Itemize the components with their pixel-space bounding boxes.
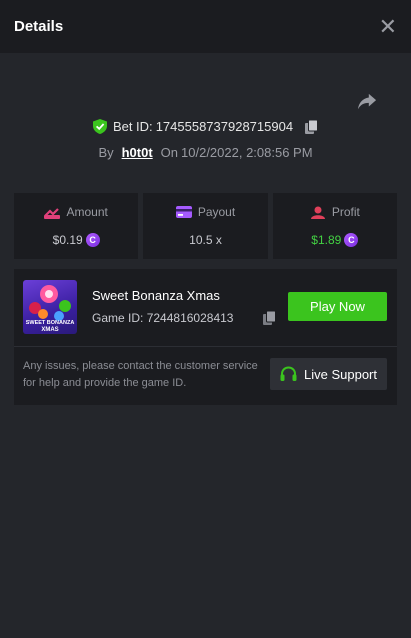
- play-now-button[interactable]: Play Now: [288, 292, 387, 321]
- on-label: On: [160, 145, 179, 160]
- game-name: Sweet Bonanza Xmas: [92, 288, 220, 303]
- thumb-title: SWEET BONANZA: [26, 320, 75, 326]
- game-id-value: 7244816028413: [146, 311, 234, 325]
- support-text: Any issues, please contact the customer …: [23, 360, 258, 389]
- payout-card: Payout 10.5 x: [143, 193, 268, 259]
- bet-meta-row: By h0t0t On 10/2/2022, 2:08:56 PM: [0, 145, 411, 160]
- live-support-label: Live Support: [304, 366, 377, 382]
- profit-card: Profit $1.89 C: [272, 193, 397, 259]
- profit-value: $1.89: [311, 233, 342, 247]
- close-icon[interactable]: ✕: [379, 15, 397, 38]
- shield-check-icon: [92, 119, 107, 134]
- share-icon[interactable]: [356, 92, 378, 112]
- user-link[interactable]: h0t0t: [122, 145, 153, 160]
- game-thumbnail-art: SWEET BONANZA XMAS: [26, 285, 75, 333]
- bet-id-value: 1745558737928715904: [155, 119, 294, 134]
- coin-icon: C: [344, 233, 359, 247]
- payout-value: 10.5 x: [189, 233, 222, 247]
- bet-id-row: Bet ID: 1745558737928715904: [0, 119, 411, 134]
- headset-icon: [280, 366, 297, 381]
- page-title: Details: [14, 18, 64, 35]
- game-thumbnail[interactable]: SWEET BONANZA XMAS: [23, 280, 77, 334]
- profit-icon: [310, 206, 325, 219]
- bet-datetime: 10/2/2022, 2:08:56 PM: [181, 145, 313, 160]
- stats-row: Amount $0.19 C Payout 10.5 x Profit $1.8…: [14, 193, 397, 259]
- coin-icon: C: [85, 233, 100, 247]
- game-card: SWEET BONANZA XMAS Sweet Bonanza Xmas Ga…: [14, 269, 397, 405]
- bet-id-label: Bet ID:: [112, 119, 153, 134]
- profit-label: Profit: [331, 205, 360, 219]
- game-id-label: Game ID:: [92, 311, 144, 325]
- details-header: Details ✕: [0, 0, 411, 53]
- amount-label: Amount: [66, 205, 108, 219]
- copy-icon[interactable]: [305, 119, 319, 134]
- divider: [14, 346, 397, 347]
- amount-card: Amount $0.19 C: [14, 193, 139, 259]
- live-support-button[interactable]: Live Support: [270, 358, 387, 390]
- thumb-subtitle: XMAS: [41, 327, 58, 333]
- game-id: Game ID: 7244816028413: [92, 311, 233, 325]
- payout-icon: [175, 206, 192, 218]
- amount-value: $0.19: [52, 233, 83, 247]
- amount-icon: [44, 207, 61, 219]
- copy-game-id-icon[interactable]: [263, 311, 276, 325]
- by-label: By: [98, 145, 114, 160]
- payout-label: Payout: [197, 205, 236, 219]
